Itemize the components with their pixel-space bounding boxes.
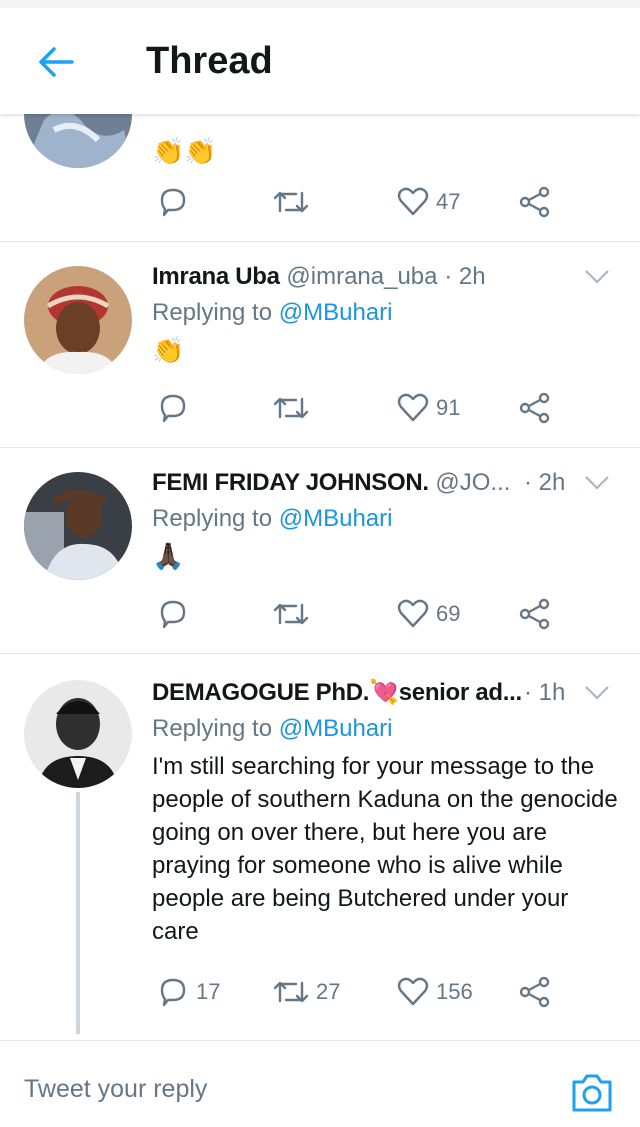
mention-link[interactable]: @MBuhari (279, 505, 393, 532)
mention-link[interactable]: @MBuhari (279, 299, 393, 326)
retweet-icon (273, 191, 309, 213)
reply-icon (160, 394, 186, 423)
chevron-down-icon (585, 476, 609, 490)
retweet-icon (273, 981, 309, 1003)
tweet-actions: 91 (152, 388, 572, 428)
tweet-3[interactable]: DEMAGOGUE PhD.💘senior ad... · 1h Replyin… (0, 654, 640, 1040)
like-icon (397, 393, 429, 422)
like-icon (397, 599, 429, 628)
like-icon (397, 977, 429, 1006)
retweet-button[interactable] (272, 388, 316, 428)
chevron-down-icon (585, 686, 609, 700)
tweet-menu-button[interactable] (584, 474, 610, 492)
tweet-time: · 2h (524, 469, 566, 496)
reply-icon (160, 600, 186, 629)
share-icon (519, 598, 550, 630)
page-title: Thread (146, 40, 273, 82)
back-arrow-icon (39, 47, 74, 77)
retweet-button[interactable] (272, 594, 316, 634)
reply-button[interactable]: 17 (156, 972, 220, 1012)
tweet-time: · 1h (524, 679, 566, 706)
like-icon (397, 187, 429, 216)
reply-icon (160, 978, 186, 1007)
tweet-actions: 47 (152, 182, 572, 222)
share-button[interactable] (518, 182, 552, 222)
back-button[interactable] (32, 42, 80, 82)
avatar[interactable] (24, 680, 132, 788)
like-button[interactable]: 156 (396, 972, 473, 1012)
thread-connector-line (76, 792, 80, 1034)
reply-composer-bar: Tweet your reply (0, 1040, 640, 1127)
tweet-menu-button[interactable] (584, 268, 610, 286)
share-button[interactable] (518, 972, 552, 1012)
replying-to: Replying to @MBuhari (152, 505, 393, 532)
tweet-actions: 69 (152, 594, 572, 634)
tweet-menu-button[interactable] (584, 684, 610, 702)
share-icon (519, 976, 550, 1008)
share-button[interactable] (518, 594, 552, 634)
reply-input[interactable]: Tweet your reply (24, 1075, 207, 1104)
author-handle[interactable]: @imrana_uba (286, 263, 437, 290)
tweet-actions: 17 27 156 (152, 972, 572, 1012)
tweet-2[interactable]: FEMI FRIDAY JOHNSON. @JO... · 2h Replyin… (0, 448, 640, 654)
reply-icon (160, 188, 186, 217)
like-button[interactable]: 69 (396, 594, 460, 634)
tweet-text: 👏 (152, 335, 185, 365)
retweet-button[interactable]: 27 (272, 972, 340, 1012)
replying-to: Replying to @MBuhari (152, 299, 393, 326)
author-name[interactable]: Imrana Uba (152, 263, 280, 290)
reply-button[interactable] (156, 594, 196, 634)
mention-link[interactable]: @MBuhari (279, 715, 393, 742)
retweet-button[interactable] (272, 182, 316, 222)
like-button[interactable]: 91 (396, 388, 460, 428)
share-button[interactable] (518, 388, 552, 428)
tweet-text: I'm still searching for your message to … (152, 753, 618, 945)
share-icon (519, 392, 550, 424)
tweet-time: · 2h (444, 263, 486, 290)
chevron-down-icon (585, 270, 609, 284)
author-handle[interactable]: @JO... (435, 469, 510, 496)
share-icon (519, 186, 550, 218)
reply-button[interactable] (156, 182, 196, 222)
tweet-text: 🙏🏿 (152, 541, 185, 571)
camera-button[interactable] (570, 1072, 614, 1114)
reply-button[interactable] (156, 388, 196, 428)
replying-to: Replying to @MBuhari (152, 715, 393, 742)
retweet-icon (273, 397, 309, 419)
status-bar (0, 0, 640, 8)
avatar[interactable] (24, 472, 132, 580)
camera-icon (572, 1074, 612, 1112)
author-name[interactable]: DEMAGOGUE PhD.💘senior ad... (152, 679, 522, 706)
author-name[interactable]: FEMI FRIDAY JOHNSON. (152, 469, 429, 496)
like-button[interactable]: 47 (396, 182, 460, 222)
tweet-1[interactable]: Imrana Uba @imrana_uba · 2h Replying to … (0, 242, 640, 448)
tweet-text: 👏👏 (152, 136, 217, 166)
avatar[interactable] (24, 266, 132, 374)
retweet-icon (273, 603, 309, 625)
top-app-bar: Thread (0, 8, 640, 114)
